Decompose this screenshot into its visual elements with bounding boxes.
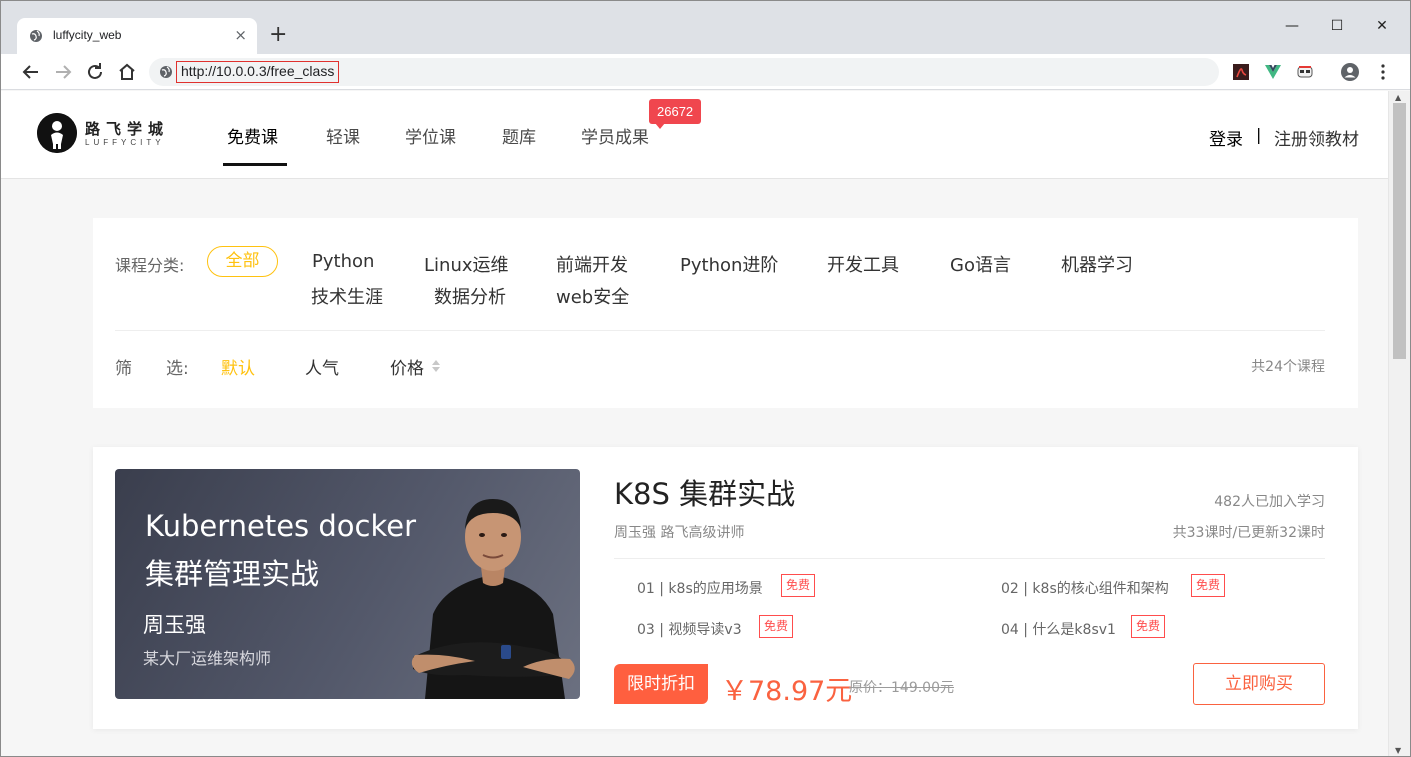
browser-toolbar: http://10.0.0.3/free_class xyxy=(1,54,1410,90)
category-item[interactable]: 前端开发 xyxy=(556,251,628,277)
buy-now-button[interactable]: 立即购买 xyxy=(1193,663,1325,705)
nav-light-course[interactable]: 轻课 xyxy=(326,123,360,148)
header-separator: | xyxy=(1256,125,1262,144)
site-header: 路飞学城 LUFFYCITY 免费课 轻课 学位课 题库 学员成果 26672 … xyxy=(1,91,1388,179)
course-filter-panel: 课程分类: 全部 Python Linux运维 前端开发 Python进阶 开发… xyxy=(93,218,1358,408)
category-item[interactable]: 数据分析 xyxy=(434,283,506,309)
minimize-button[interactable]: — xyxy=(1269,11,1315,41)
student-count-badge: 26672 xyxy=(649,99,702,124)
badge-pointer xyxy=(655,123,665,129)
sort-label-part1: 筛 xyxy=(115,359,132,379)
cover-title-line1: Kubernetes docker xyxy=(145,509,416,543)
logo-text-en: LUFFYCITY xyxy=(85,138,165,147)
vue-devtools-icon[interactable] xyxy=(1263,62,1283,82)
course-card[interactable]: Kubernetes docker 集群管理实战 周玉强 某大厂运维架构师 K8… xyxy=(93,447,1358,729)
free-tag: 免费 xyxy=(781,574,816,597)
url-text[interactable]: http://10.0.0.3/free_class xyxy=(176,61,340,83)
category-item[interactable]: Python xyxy=(312,251,374,272)
nav-question-bank[interactable]: 题库 xyxy=(502,123,536,148)
course-divider xyxy=(614,558,1325,559)
sort-default[interactable]: 默认 xyxy=(221,354,255,379)
lesson-count: 共33课时/已更新32课时 xyxy=(1172,525,1325,541)
tab-strip: luffycity_web × + — ☐ ✕ xyxy=(1,1,1410,54)
menu-kebab-icon[interactable] xyxy=(1373,62,1393,82)
category-label: 课程分类: xyxy=(115,256,185,275)
nav-degree-course[interactable]: 学位课 xyxy=(405,123,456,148)
forward-arrow-icon[interactable] xyxy=(51,60,75,84)
tab-title: luffycity_web xyxy=(53,28,122,42)
cover-teacher-role: 某大厂运维架构师 xyxy=(143,649,272,668)
pdf-extension-icon[interactable] xyxy=(1231,62,1251,82)
course-title[interactable]: K8S 集群实战 xyxy=(614,471,795,513)
original-price: 原价：149.00元 xyxy=(849,680,954,696)
current-price: ￥78.97元 xyxy=(721,676,853,707)
page-viewport: 路飞学城 LUFFYCITY 免费课 轻课 学位课 题库 学员成果 26672 … xyxy=(1,91,1388,756)
free-tag: 免费 xyxy=(1131,615,1166,638)
new-tab-button[interactable]: + xyxy=(269,23,287,47)
course-total: 共24个课程 xyxy=(1251,359,1325,375)
filter-divider xyxy=(115,330,1325,331)
address-bar[interactable]: http://10.0.0.3/free_class xyxy=(149,58,1219,86)
globe-icon xyxy=(160,66,172,78)
close-window-button[interactable]: ✕ xyxy=(1359,11,1405,41)
category-item[interactable]: 机器学习 xyxy=(1061,251,1133,277)
logo-text-cn: 路飞学城 xyxy=(85,120,170,138)
scrollbar-thumb[interactable] xyxy=(1393,103,1406,359)
category-item[interactable]: Linux运维 xyxy=(424,251,509,277)
free-tag: 免费 xyxy=(759,615,794,638)
category-item[interactable]: 技术生涯 xyxy=(311,283,383,309)
incognito-extension-icon[interactable] xyxy=(1295,62,1315,82)
sort-price[interactable]: 价格 xyxy=(390,354,424,379)
home-icon[interactable] xyxy=(115,60,139,84)
sort-label-part2: 选: xyxy=(166,359,189,379)
free-tag: 免费 xyxy=(1191,574,1226,597)
nav-student-results[interactable]: 学员成果 xyxy=(581,123,649,148)
maximize-button[interactable]: ☐ xyxy=(1314,11,1360,41)
lesson-item[interactable]: 02 | k8s的核心组件和架构 xyxy=(1001,578,1169,598)
discount-badge: 限时折扣 xyxy=(614,664,708,704)
sort-arrows-icon[interactable] xyxy=(431,358,441,374)
luffy-logo-icon[interactable] xyxy=(37,113,77,153)
lesson-item[interactable]: 03 | 视频导读v3 xyxy=(637,619,742,639)
scroll-down-arrow-icon[interactable]: ▼ xyxy=(1395,746,1401,755)
nav-free-course[interactable]: 免费课 xyxy=(227,123,278,148)
cover-title-line2: 集群管理实战 xyxy=(145,557,320,591)
category-item[interactable]: Python进阶 xyxy=(680,251,778,277)
course-cover[interactable]: Kubernetes docker 集群管理实战 周玉强 某大厂运维架构师 xyxy=(115,469,580,699)
learner-count: 482人已加入学习 xyxy=(1214,494,1325,510)
globe-icon xyxy=(30,30,42,42)
category-item[interactable]: Go语言 xyxy=(950,251,1011,277)
category-item[interactable]: web安全 xyxy=(556,283,629,309)
active-nav-underline xyxy=(223,163,287,166)
category-all[interactable]: 全部 xyxy=(207,246,278,277)
teacher-info: 周玉强 路飞高级讲师 xyxy=(614,525,745,541)
lesson-item[interactable]: 04 | 什么是k8sv1 xyxy=(1001,619,1116,639)
login-link[interactable]: 登录 xyxy=(1209,125,1243,150)
category-item[interactable]: 开发工具 xyxy=(827,251,899,277)
browser-window: luffycity_web × + — ☐ ✕ http://10.0.0.3/… xyxy=(0,0,1411,757)
register-link[interactable]: 注册领教材 xyxy=(1274,125,1359,150)
tab-close-button[interactable]: × xyxy=(234,26,247,44)
cover-teacher-name: 周玉强 xyxy=(143,613,206,637)
teacher-photo xyxy=(411,499,575,699)
page-scrollbar[interactable]: ▲ ▼ xyxy=(1388,91,1410,756)
back-arrow-icon[interactable] xyxy=(19,60,43,84)
profile-icon[interactable] xyxy=(1340,62,1360,82)
lesson-item[interactable]: 01 | k8s的应用场景 xyxy=(637,578,763,598)
reload-icon[interactable] xyxy=(83,60,107,84)
browser-tab[interactable]: luffycity_web × xyxy=(17,18,257,54)
sort-popular[interactable]: 人气 xyxy=(305,354,339,379)
scroll-up-arrow-icon[interactable]: ▲ xyxy=(1395,93,1401,102)
